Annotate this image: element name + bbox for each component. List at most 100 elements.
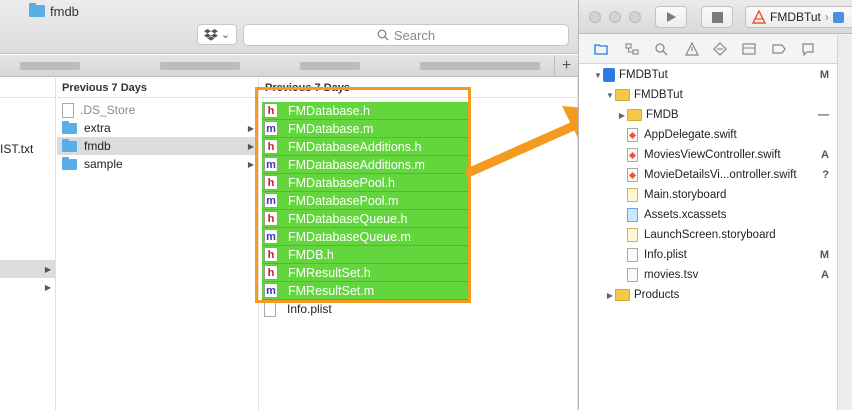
list-item[interactable]: m FMDatabase.m [262, 120, 468, 138]
list-item[interactable]: m FMResultSet.m [262, 282, 468, 300]
list-item[interactable]: m FMDatabaseAdditions.m [262, 156, 468, 174]
xcode-toolbar: FMDBTut › [579, 0, 852, 34]
file-name: FMDatabasePool.h [288, 175, 396, 190]
scm-status-badge: A [821, 269, 829, 281]
list-item[interactable]: ▶ [0, 278, 55, 296]
list-item[interactable]: h FMDatabaseAdditions.h [262, 138, 468, 156]
add-tab-button[interactable]: + [554, 55, 578, 77]
xcode-window: FMDBTut › ▼ FMDBTut M ▼ FMDBTut ▶ FMDB —… [578, 0, 852, 410]
finder-toolbar: fmdb ⌄ Search [0, 0, 578, 54]
test-navigator-icon[interactable] [713, 42, 727, 56]
folder-icon [62, 138, 77, 152]
blurred-tab[interactable] [160, 62, 240, 70]
finder-tab-bar: + [0, 55, 578, 77]
blurred-tab[interactable] [300, 62, 360, 70]
implementation-file-icon: m [264, 283, 278, 298]
issue-navigator-icon[interactable] [685, 42, 699, 56]
stop-button[interactable] [701, 6, 733, 28]
file-name: FMDB.h [288, 247, 334, 262]
device-icon [832, 11, 844, 23]
symbol-navigator-icon[interactable] [625, 42, 639, 56]
navigator-item-label: movies.tsv [644, 269, 699, 281]
navigator-item[interactable]: ▼ FMDBTut M [579, 65, 837, 85]
implementation-file-icon: m [264, 157, 278, 172]
swift-file-icon [627, 168, 638, 182]
file-name: FMDatabaseQueue.m [288, 229, 411, 244]
list-item[interactable]: fmdb ▶ [57, 137, 258, 155]
list-item[interactable]: sample ▶ [62, 155, 258, 173]
folder-icon [62, 120, 77, 134]
disclosure-closed-icon[interactable]: ▶ [605, 291, 615, 300]
run-button[interactable] [655, 6, 687, 28]
navigator-item-label: FMDBTut [619, 69, 668, 81]
blurred-tab[interactable] [20, 62, 80, 70]
navigator-item[interactable]: Info.plist M [579, 245, 837, 265]
navigator-item-label: Main.storyboard [644, 189, 727, 201]
list-item[interactable]: IST.txt [0, 140, 55, 158]
zoom-window-button[interactable] [629, 11, 641, 23]
breakpoint-navigator-icon[interactable] [772, 42, 786, 56]
file-name: FMResultSet.h [288, 265, 371, 280]
column-header: Previous 7 Days [57, 78, 258, 98]
folder-icon [627, 109, 642, 121]
sb-file-icon [627, 188, 638, 202]
navigator-item[interactable]: AppDelegate.swift [579, 125, 837, 145]
disclosure-closed-icon[interactable]: ▶ [617, 111, 627, 120]
chevron-right-icon: ▶ [247, 159, 254, 169]
project-icon [603, 68, 615, 82]
navigator-item-label: Info.plist [644, 249, 687, 261]
search-icon [377, 29, 389, 41]
close-window-button[interactable] [589, 11, 601, 23]
folder-icon [615, 89, 630, 101]
navigator-item[interactable]: Main.storyboard [579, 185, 837, 205]
navigator-item[interactable]: ▼ FMDBTut [579, 85, 837, 105]
folder-icon [29, 3, 45, 17]
navigator-item[interactable]: MoviesViewController.swift A [579, 145, 837, 165]
list-item[interactable]: m FMDatabaseQueue.m [262, 228, 468, 246]
navigator-item-label: Products [634, 289, 680, 301]
search-input[interactable]: Search [243, 24, 569, 46]
implementation-file-icon: m [264, 229, 278, 244]
scm-status-badge: ? [822, 169, 829, 181]
report-navigator-icon[interactable] [801, 42, 815, 56]
navigator-item[interactable]: ▶ FMDB — [579, 105, 837, 125]
dropbox-button[interactable]: ⌄ [197, 24, 237, 45]
project-navigator-icon[interactable] [594, 42, 608, 56]
disclosure-open-icon[interactable]: ▼ [593, 71, 603, 80]
list-item[interactable]: h FMDatabaseQueue.h [262, 210, 468, 228]
file-name: FMDatabasePool.m [288, 193, 399, 208]
navigator-item[interactable]: movies.tsv A [579, 265, 837, 285]
finder-column-1: IST.txt ▶ ▶ [0, 78, 56, 410]
minimize-window-button[interactable] [609, 11, 621, 23]
finder-column-3: Previous 7 Days h FMDatabase.h m FMDatabase… [260, 78, 578, 410]
navigator-item[interactable]: MovieDetailsVi...ontroller.swift? [579, 165, 837, 185]
column-header [0, 78, 55, 98]
list-item[interactable]: Info.plist [262, 300, 468, 318]
debug-navigator-icon[interactable] [742, 42, 756, 56]
list-item[interactable]: h FMDB.h [262, 246, 468, 264]
navigator-item[interactable]: ▶ Products [579, 285, 837, 305]
implementation-file-icon: m [264, 121, 278, 136]
navigator-item[interactable]: LaunchScreen.storyboard [579, 225, 837, 245]
list-item[interactable]: ▶ [0, 260, 55, 278]
blurred-tab[interactable] [420, 62, 540, 70]
scm-status-badge: — [818, 109, 829, 121]
folder-name: extra [84, 121, 111, 135]
scheme-name: FMDBTut [770, 10, 821, 24]
list-item[interactable]: h FMDatabase.h [262, 102, 468, 120]
list-item[interactable]: m FMDatabasePool.m [262, 192, 468, 210]
swift-file-icon [627, 148, 638, 162]
list-item[interactable]: .DS_Store [62, 101, 258, 119]
scheme-selector[interactable]: FMDBTut › [745, 6, 852, 28]
list-item[interactable]: h FMDatabasePool.h [262, 174, 468, 192]
chevron-right-icon: ▶ [247, 141, 254, 151]
file-name: IST.txt [0, 142, 34, 156]
navigator-item[interactable]: Assets.xcassets [579, 205, 837, 225]
stop-icon [711, 11, 723, 23]
list-item[interactable]: h FMResultSet.h [262, 264, 468, 282]
sb-file-icon [627, 228, 638, 242]
search-navigator-icon[interactable] [654, 42, 668, 56]
plain-file-icon [627, 268, 638, 282]
disclosure-open-icon[interactable]: ▼ [605, 91, 615, 100]
list-item[interactable]: extra ▶ [62, 119, 258, 137]
